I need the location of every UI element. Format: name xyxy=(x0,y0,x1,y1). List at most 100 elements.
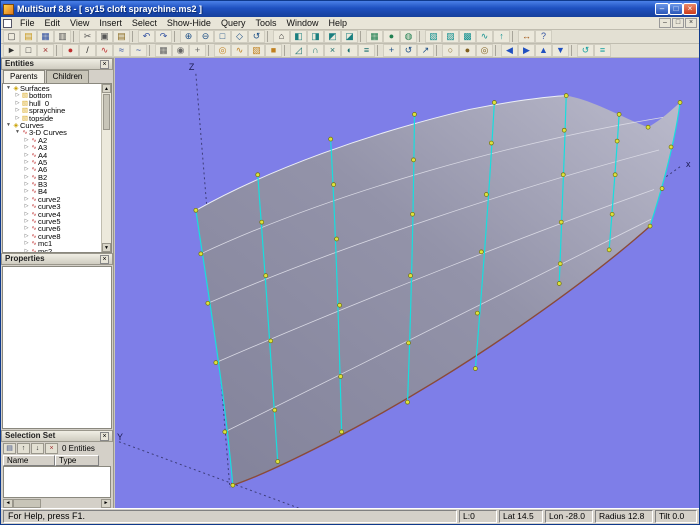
tree-item-bottom[interactable]: ▷ ▧ bottom xyxy=(3,92,101,99)
expander-icon[interactable]: ▷ xyxy=(23,137,30,144)
column-type[interactable]: Type xyxy=(55,455,99,466)
tree-item-curve8[interactable]: ▷ ∿ curve8 xyxy=(3,233,101,240)
expander-icon[interactable]: ▷ xyxy=(23,159,30,166)
menu-item[interactable]: Edit xyxy=(40,18,66,29)
select-region-icon[interactable]: □ xyxy=(20,44,37,57)
insert-curve-icon[interactable]: ∿ xyxy=(231,44,248,57)
view-side-icon[interactable]: ◨ xyxy=(307,30,324,43)
scroll-left-icon[interactable]: ◄ xyxy=(3,498,13,508)
expander-icon[interactable]: ▷ xyxy=(23,166,30,173)
snap-intersection-icon[interactable]: + xyxy=(189,44,206,57)
tree-item-A4[interactable]: ▷ ∿ A4 xyxy=(3,152,101,159)
surface-mesh-icon[interactable]: ▨ xyxy=(442,30,459,43)
tree-item-curves[interactable]: ▼ ◈ Curves xyxy=(3,122,101,129)
expander-icon[interactable]: ▷ xyxy=(23,196,30,203)
polyline-tool-icon[interactable]: ∿ xyxy=(96,44,113,57)
tab-children[interactable]: Children xyxy=(45,70,90,83)
expander-icon[interactable]: ▷ xyxy=(23,248,30,252)
tree-item-topside[interactable]: ▷ ▧ topside xyxy=(3,115,101,122)
help-icon[interactable]: ? xyxy=(535,30,552,43)
offset-tool-icon[interactable]: ≡ xyxy=(358,44,375,57)
snap-grid-icon[interactable]: ▦ xyxy=(155,44,172,57)
remove-from-set-icon[interactable]: × xyxy=(45,443,58,454)
menu-item[interactable]: View xyxy=(65,18,94,29)
line-tool-icon[interactable]: / xyxy=(79,44,96,57)
insert-solid-icon[interactable]: ■ xyxy=(265,44,282,57)
tree-item-curve4[interactable]: ▷ ∿ curve4 xyxy=(3,211,101,218)
close-icon[interactable]: × xyxy=(100,254,109,264)
expander-icon[interactable]: ▷ xyxy=(14,92,21,99)
viewport-canvas[interactable]: Z x Y xyxy=(115,58,699,508)
tree-item-B4[interactable]: ▷ ∿ B4 xyxy=(3,188,101,195)
insert-surface-icon[interactable]: ▧ xyxy=(248,44,265,57)
move-down-icon[interactable]: ↓ xyxy=(31,443,44,454)
orbit-left-icon[interactable]: ◀ xyxy=(501,44,518,57)
menu-item[interactable]: Help xyxy=(324,18,353,29)
tree-item-curve6[interactable]: ▷ ∿ curve6 xyxy=(3,225,101,232)
expander-icon[interactable]: ▷ xyxy=(23,240,30,247)
tree-item-curve2[interactable]: ▷ ∿ curve2 xyxy=(3,196,101,203)
tree-item-3d-curves[interactable]: ▼ ∿ 3-D Curves xyxy=(3,129,101,136)
split-tool-icon[interactable]: × xyxy=(324,44,341,57)
rotate-view-icon[interactable]: ↺ xyxy=(248,30,265,43)
expander-icon[interactable]: ▷ xyxy=(23,144,30,151)
move-up-icon[interactable]: ↑ xyxy=(17,443,30,454)
view-iso-icon[interactable]: ◪ xyxy=(341,30,358,43)
menu-item[interactable]: Tools xyxy=(250,18,281,29)
paste-icon[interactable]: ▤ xyxy=(113,30,130,43)
menu-item[interactable]: Window xyxy=(281,18,323,29)
expander-icon[interactable]: ▷ xyxy=(23,203,30,210)
mdi-minimize-button[interactable]: – xyxy=(659,18,671,28)
normals-display-icon[interactable]: ↑ xyxy=(493,30,510,43)
zoom-window-icon[interactable]: □ xyxy=(214,30,231,43)
refresh-view-icon[interactable]: ↺ xyxy=(577,44,594,57)
expander-icon[interactable]: ▼ xyxy=(5,85,12,92)
measure-icon[interactable]: ↔ xyxy=(518,30,535,43)
view-home-icon[interactable]: ⌂ xyxy=(273,30,290,43)
undo-icon[interactable]: ↶ xyxy=(138,30,155,43)
conic-tool-icon[interactable]: ~ xyxy=(130,44,147,57)
surface-shade-icon[interactable]: ▩ xyxy=(459,30,476,43)
zoom-out-icon[interactable]: ⊖ xyxy=(197,30,214,43)
scroll-thumb[interactable] xyxy=(13,498,41,508)
save-icon[interactable]: ▦ xyxy=(37,30,54,43)
deselect-all-icon[interactable]: × xyxy=(37,44,54,57)
scroll-up-icon[interactable]: ▲ xyxy=(102,84,111,93)
tree-item-B3[interactable]: ▷ ∿ B3 xyxy=(3,181,101,188)
copy-icon[interactable]: ▣ xyxy=(96,30,113,43)
mdi-close-button[interactable]: × xyxy=(685,18,697,28)
expander-icon[interactable]: ▷ xyxy=(23,211,30,218)
selection-hscrollbar[interactable]: ◄ ► xyxy=(1,498,113,508)
menu-item[interactable]: Query xyxy=(216,18,251,29)
menu-item[interactable]: Insert xyxy=(94,18,127,29)
tree-item-spraychine[interactable]: ▷ ▧ spraychine xyxy=(3,107,101,114)
display-options-icon[interactable]: ≡ xyxy=(594,44,611,57)
viewport-3d[interactable]: Z x Y xyxy=(115,58,699,508)
zoom-in-icon[interactable]: ⊕ xyxy=(180,30,197,43)
shaded-mode-icon[interactable]: ● xyxy=(383,30,400,43)
tree-item-surfaces[interactable]: ▼ ◈ Surfaces xyxy=(3,85,101,92)
expander-icon[interactable]: ▼ xyxy=(5,122,12,129)
scroll-down-icon[interactable]: ▼ xyxy=(102,243,111,252)
open-folder-icon[interactable]: ▤ xyxy=(20,30,37,43)
menu-item[interactable]: Select xyxy=(127,18,162,29)
expander-icon[interactable]: ▷ xyxy=(23,181,30,188)
tree-item-hull_0[interactable]: ▷ ▧ hull_0 xyxy=(3,100,101,107)
minimize-button[interactable]: – xyxy=(655,3,669,15)
move-tool-icon[interactable]: + xyxy=(383,44,400,57)
hull-surface[interactable] xyxy=(195,95,681,486)
tree-scrollbar[interactable]: ▲ ▼ xyxy=(101,84,111,252)
expander-icon[interactable]: ▷ xyxy=(23,174,30,181)
show-entity-icon[interactable]: ● xyxy=(459,44,476,57)
view-top-icon[interactable]: ◩ xyxy=(324,30,341,43)
render-mode-icon[interactable]: ◍ xyxy=(400,30,417,43)
select-pointer-icon[interactable]: ► xyxy=(3,44,20,57)
new-file-icon[interactable]: ▢ xyxy=(3,30,20,43)
tree-item-A2[interactable]: ▷ ∿ A2 xyxy=(3,137,101,144)
point-tool-icon[interactable]: ● xyxy=(62,44,79,57)
close-icon[interactable]: × xyxy=(100,59,109,69)
join-tool-icon[interactable]: ∩ xyxy=(307,44,324,57)
show-all-icon[interactable]: ◎ xyxy=(476,44,493,57)
tree-item-A3[interactable]: ▷ ∿ A3 xyxy=(3,144,101,151)
tree-item-A5[interactable]: ▷ ∿ A5 xyxy=(3,159,101,166)
